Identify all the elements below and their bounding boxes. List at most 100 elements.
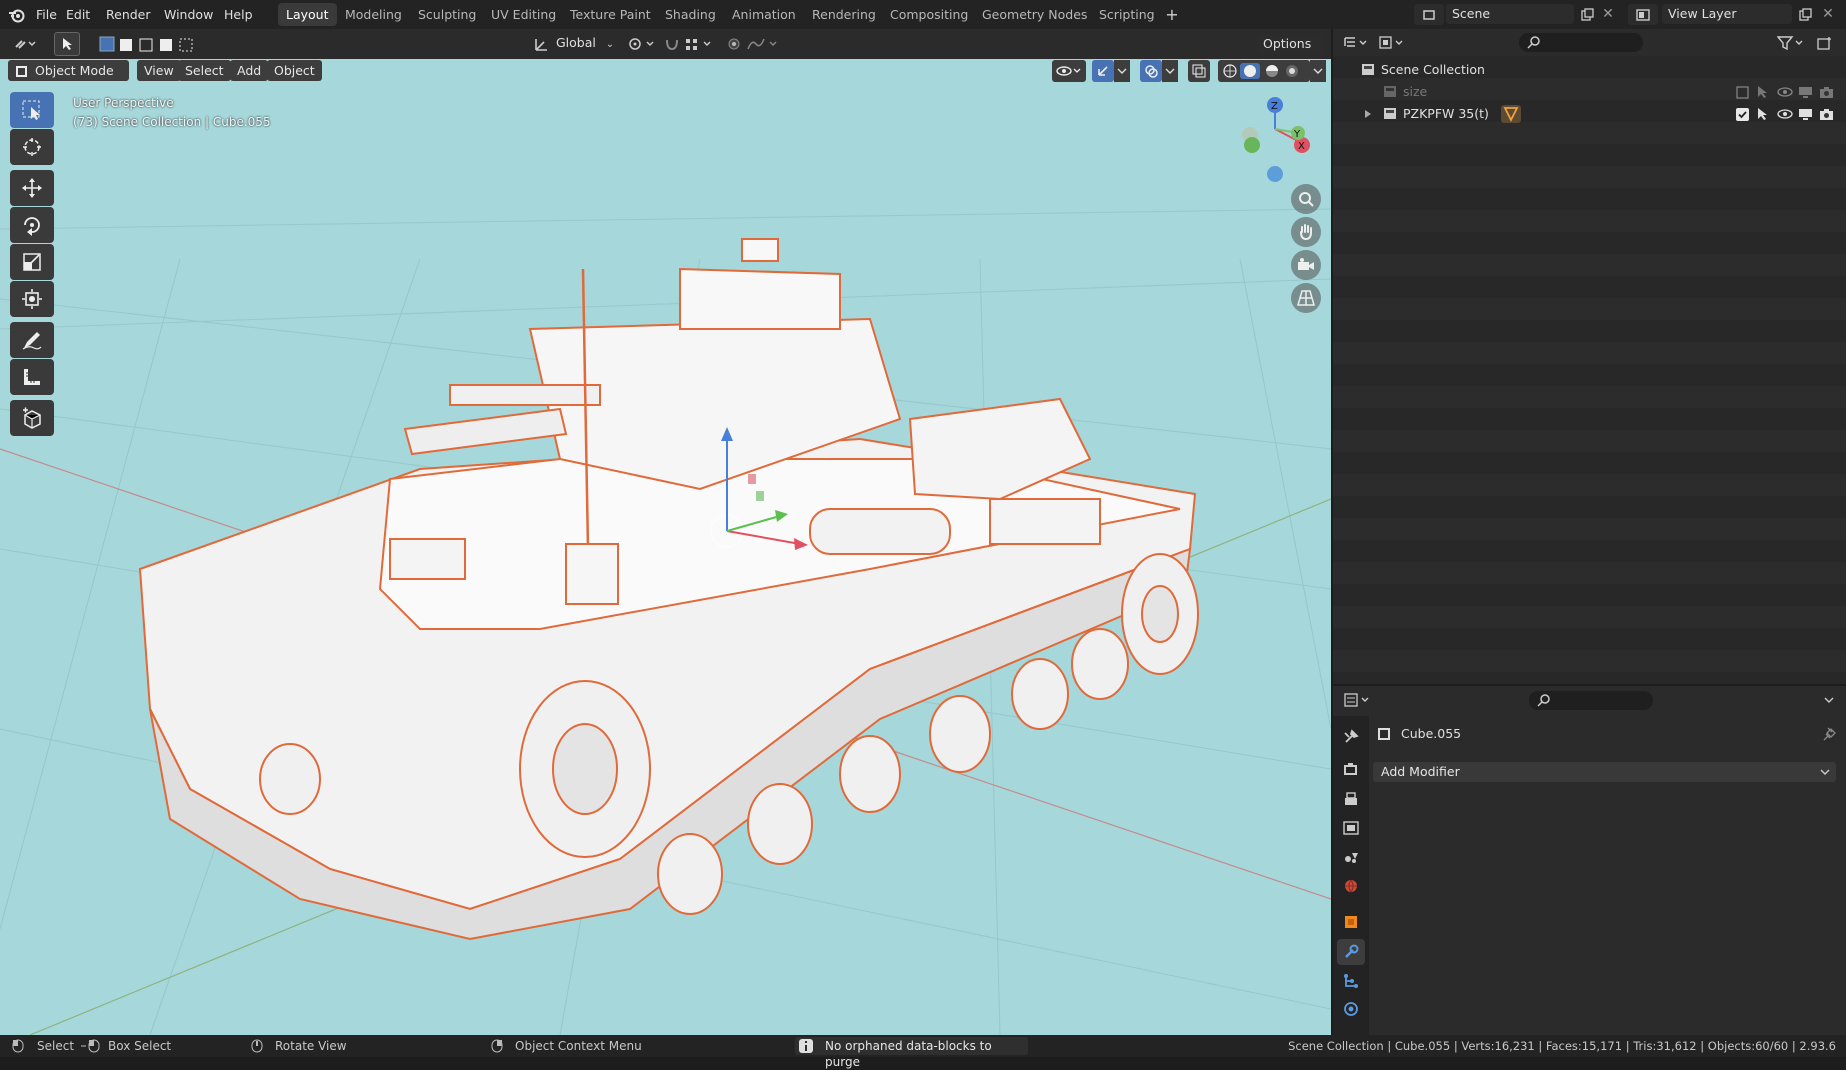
annotate-icon[interactable] bbox=[10, 322, 54, 358]
select-menu[interactable]: Select bbox=[178, 60, 231, 81]
pan-hand-icon[interactable] bbox=[1291, 217, 1321, 247]
new-view-layer-icon[interactable] bbox=[1796, 5, 1814, 23]
remove-view-layer-icon[interactable]: ✕ bbox=[1820, 5, 1836, 23]
exclude-checkbox-icon[interactable] bbox=[1736, 86, 1749, 99]
tab-animation[interactable]: Animation bbox=[724, 3, 804, 26]
exclude-checkbox-icon[interactable] bbox=[1736, 108, 1749, 121]
add-workspace-icon[interactable]: + bbox=[1163, 5, 1181, 24]
new-collection-icon[interactable] bbox=[1813, 33, 1837, 53]
tab-scripting[interactable]: Scripting bbox=[1091, 3, 1163, 26]
tab-shading[interactable]: Shading bbox=[657, 3, 724, 26]
outliner-panel: Scene Collection size PZKPFW 35(t) bbox=[1333, 29, 1846, 684]
tab-modeling[interactable]: Modeling bbox=[337, 3, 410, 26]
add-cube-icon[interactable] bbox=[10, 400, 54, 436]
tab-texture-paint[interactable]: Texture Paint bbox=[562, 3, 659, 26]
scale-icon[interactable] bbox=[10, 244, 54, 280]
object-menu[interactable]: Object bbox=[267, 60, 322, 81]
tab-layout[interactable]: Layout bbox=[278, 3, 337, 26]
measure-icon[interactable] bbox=[10, 359, 54, 395]
outliner-search-input[interactable] bbox=[1519, 33, 1643, 52]
blender-logo-icon[interactable] bbox=[6, 4, 28, 25]
modifier-icon[interactable] bbox=[1337, 939, 1365, 965]
rotate-icon[interactable] bbox=[10, 207, 54, 243]
monitor-icon[interactable] bbox=[1798, 108, 1813, 121]
3d-viewport[interactable]: Z X Y User Perspective (73) Scene Collec… bbox=[0, 29, 1331, 1035]
scene-icon[interactable] bbox=[1337, 844, 1365, 870]
navigation-gizmo[interactable]: Z X Y bbox=[1242, 97, 1310, 182]
object-icon bbox=[1378, 728, 1390, 740]
eye-icon[interactable] bbox=[1777, 108, 1793, 120]
outliner-row-pzkpfw[interactable]: PZKPFW 35(t) bbox=[1333, 103, 1846, 125]
view-layer-icon[interactable] bbox=[1337, 815, 1365, 841]
view-layer-selector-icon[interactable] bbox=[1628, 4, 1658, 25]
menu-help[interactable]: Help bbox=[218, 4, 259, 25]
scene-selector-icon[interactable] bbox=[1414, 4, 1444, 25]
overlays-toggle-icon[interactable] bbox=[1140, 60, 1162, 82]
camera-icon[interactable] bbox=[1819, 86, 1834, 99]
perspective-toggle-icon[interactable] bbox=[1291, 283, 1321, 313]
pivot-point-icon[interactable] bbox=[624, 33, 660, 55]
particles-icon[interactable] bbox=[1337, 968, 1365, 994]
camera-view-icon[interactable] bbox=[1291, 250, 1321, 280]
view-menu[interactable]: View bbox=[137, 60, 181, 81]
chevron-down-icon[interactable] bbox=[1821, 691, 1837, 709]
select-box-icon[interactable] bbox=[10, 92, 54, 128]
monitor-icon[interactable] bbox=[1798, 86, 1813, 99]
view-layer-name-field[interactable]: View Layer bbox=[1662, 4, 1792, 24]
tab-compositing[interactable]: Compositing bbox=[882, 3, 976, 26]
menu-window[interactable]: Window bbox=[158, 4, 219, 25]
orientation-icon[interactable] bbox=[532, 33, 552, 55]
remove-scene-icon[interactable]: ✕ bbox=[1600, 5, 1616, 23]
snap-icon[interactable] bbox=[662, 33, 722, 55]
scene-name-field[interactable]: Scene bbox=[1446, 4, 1574, 24]
tab-rendering[interactable]: Rendering bbox=[804, 3, 884, 26]
object-properties-icon[interactable] bbox=[1337, 909, 1365, 935]
output-icon[interactable] bbox=[1337, 786, 1365, 812]
camera-icon[interactable] bbox=[1819, 108, 1834, 121]
eye-icon[interactable] bbox=[1777, 86, 1793, 98]
selection-mode-icons[interactable] bbox=[96, 34, 200, 54]
properties-panel: Cube.055 Add Modifier bbox=[1333, 686, 1846, 1035]
tab-geometry-nodes[interactable]: Geometry Nodes bbox=[974, 3, 1095, 26]
options-dropdown[interactable]: Options bbox=[1257, 34, 1325, 54]
visibility-filter-icon[interactable] bbox=[1052, 60, 1086, 82]
display-mode-icon[interactable] bbox=[1377, 33, 1407, 53]
select-tool-icon[interactable] bbox=[54, 32, 80, 56]
mesh-data-icon[interactable] bbox=[1501, 105, 1521, 123]
gizmo-options-icon[interactable] bbox=[1114, 60, 1130, 82]
expand-arrow-icon[interactable] bbox=[1363, 109, 1373, 119]
proportional-editing-icon[interactable] bbox=[724, 33, 784, 55]
menu-file[interactable]: File bbox=[30, 4, 63, 25]
pin-icon[interactable] bbox=[1823, 727, 1837, 741]
properties-search-input[interactable] bbox=[1529, 691, 1653, 710]
transform-icon[interactable] bbox=[10, 281, 54, 317]
outliner-editor-type-icon[interactable] bbox=[1341, 33, 1371, 53]
xray-toggle-icon[interactable] bbox=[1188, 60, 1210, 82]
overlays-options-icon[interactable] bbox=[1162, 60, 1178, 82]
zoom-icon[interactable] bbox=[1291, 184, 1321, 214]
cursor-icon[interactable] bbox=[10, 129, 54, 165]
shading-mode-icons[interactable] bbox=[1218, 60, 1310, 82]
world-icon[interactable] bbox=[1337, 873, 1365, 899]
add-modifier-dropdown[interactable]: Add Modifier bbox=[1373, 762, 1836, 782]
filter-icon[interactable] bbox=[1775, 33, 1807, 53]
gizmo-toggle-icon[interactable] bbox=[1092, 60, 1114, 82]
tank-model[interactable] bbox=[138, 238, 1199, 941]
tab-sculpting[interactable]: Sculpting bbox=[410, 3, 484, 26]
outliner-row-scene-collection[interactable]: Scene Collection bbox=[1333, 59, 1846, 81]
menu-render[interactable]: Render bbox=[100, 4, 157, 25]
physics-icon[interactable] bbox=[1337, 996, 1365, 1022]
tab-uv-editing[interactable]: UV Editing bbox=[483, 3, 564, 26]
menu-edit[interactable]: Edit bbox=[60, 4, 96, 25]
move-icon[interactable] bbox=[10, 170, 54, 206]
new-scene-icon[interactable] bbox=[1578, 5, 1596, 23]
shading-options-icon[interactable] bbox=[1310, 60, 1326, 82]
selectable-arrow-icon[interactable] bbox=[1756, 85, 1770, 99]
tool-icon[interactable] bbox=[1337, 724, 1365, 750]
editor-type-icon[interactable] bbox=[8, 34, 42, 54]
render-icon[interactable] bbox=[1337, 756, 1365, 782]
properties-editor-type-icon[interactable] bbox=[1341, 690, 1375, 710]
selectable-arrow-icon[interactable] bbox=[1756, 107, 1770, 121]
outliner-row-size[interactable]: size bbox=[1333, 81, 1846, 103]
add-menu[interactable]: Add bbox=[230, 60, 269, 81]
